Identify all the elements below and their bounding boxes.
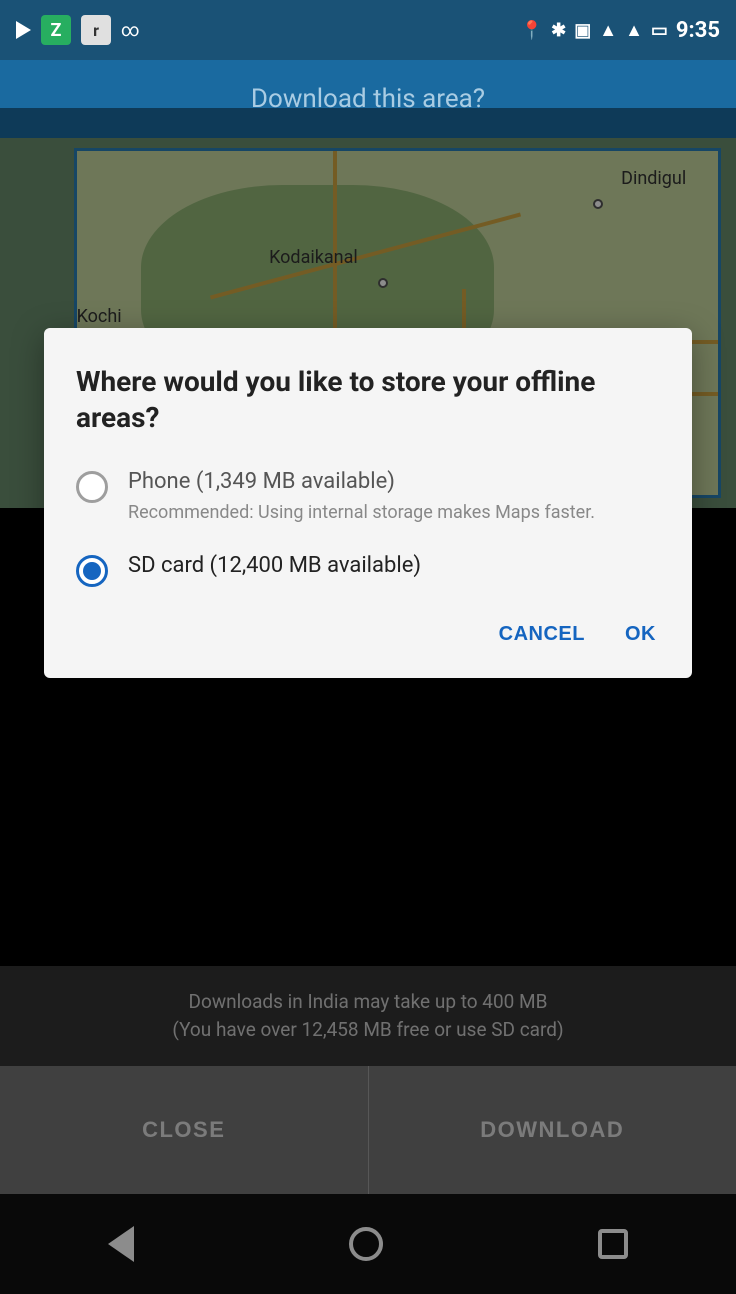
voicemail-icon: ∞ — [121, 20, 138, 41]
signal-icon: ▲ — [625, 20, 643, 41]
radio-inner-selected — [83, 562, 101, 580]
ok-button[interactable]: OK — [621, 615, 660, 654]
status-bar: Z r ∞ 📍 ✱ ▣ ▲ ▲ ▭ 9:35 — [0, 0, 736, 60]
zapp-icon: Z — [41, 15, 71, 45]
play-icon — [16, 21, 31, 39]
phone-option-text: Phone (1,349 MB available) Recommended: … — [128, 469, 595, 525]
sdcard-option[interactable]: SD card (12,400 MB available) — [76, 553, 660, 587]
phone-radio[interactable] — [76, 471, 108, 503]
rapp-icon: r — [81, 15, 111, 45]
status-bar-right: 📍 ✱ ▣ ▲ ▲ ▭ 9:35 — [521, 18, 720, 43]
storage-dialog: Where would you like to store your offli… — [44, 328, 692, 678]
battery-icon: ▭ — [651, 20, 668, 41]
bluetooth-icon: ✱ — [551, 20, 566, 41]
dialog-overlay: Where would you like to store your offli… — [0, 108, 736, 1294]
status-bar-left: Z r ∞ — [16, 15, 138, 45]
sdcard-label: SD card (12,400 MB available) — [128, 553, 421, 578]
dialog-actions: CANCEL OK — [76, 615, 660, 654]
wifi-icon: ▲ — [599, 20, 617, 41]
sdcard-option-text: SD card (12,400 MB available) — [128, 553, 421, 578]
dialog-title: Where would you like to store your offli… — [76, 364, 660, 437]
cancel-button[interactable]: CANCEL — [495, 615, 589, 654]
time-display: 9:35 — [676, 18, 720, 43]
vibrate-icon: ▣ — [574, 20, 591, 41]
sdcard-radio[interactable] — [76, 555, 108, 587]
phone-label: Phone (1,349 MB available) — [128, 469, 595, 494]
phone-option[interactable]: Phone (1,349 MB available) Recommended: … — [76, 469, 660, 525]
phone-sublabel: Recommended: Using internal storage make… — [128, 500, 595, 525]
location-icon: 📍 — [521, 20, 543, 41]
